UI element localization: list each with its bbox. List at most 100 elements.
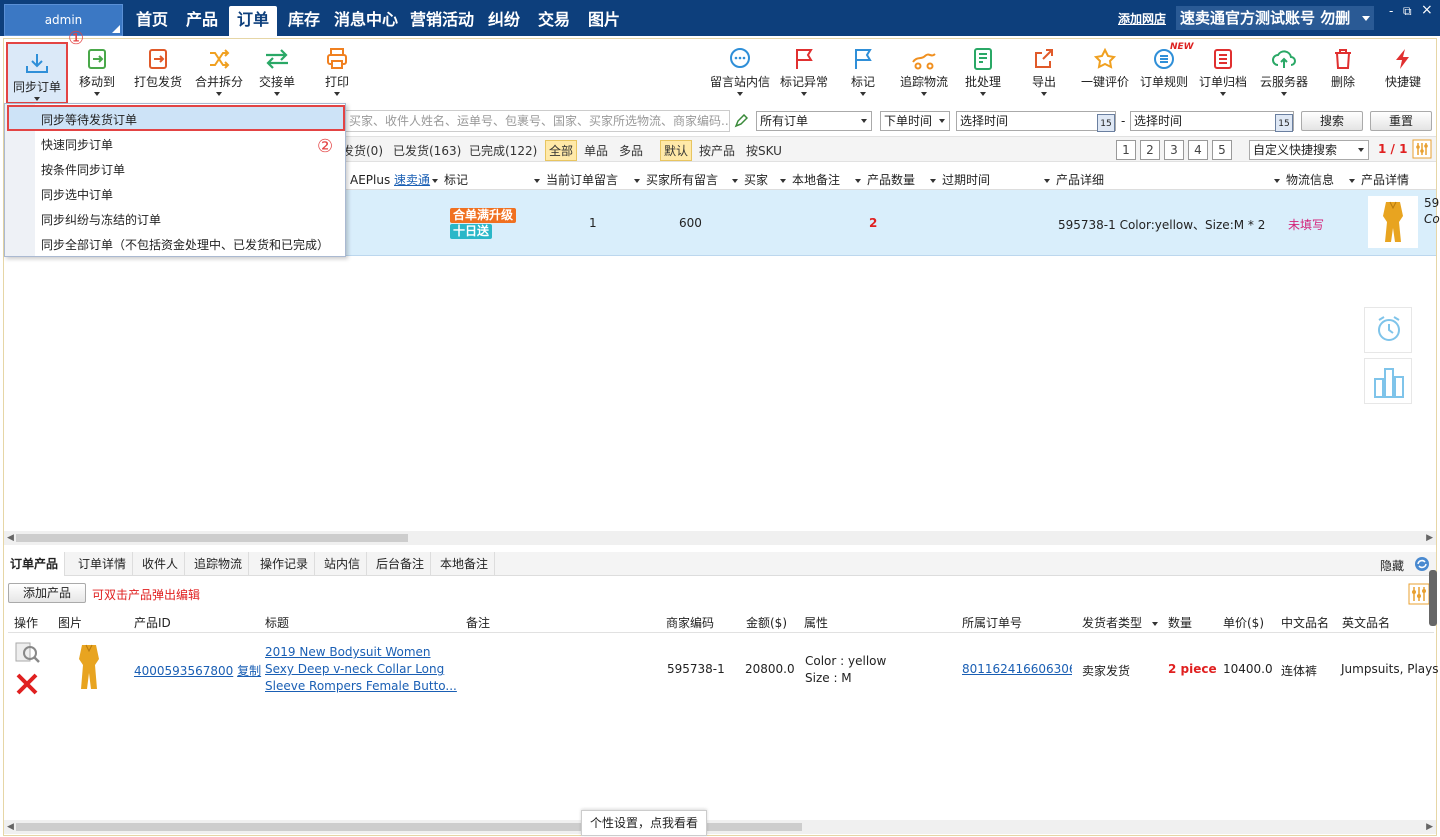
mark-button[interactable]: 标记 [842,39,884,103]
col-local-note[interactable]: 本地备注 [780,171,840,188]
col-buyer-msg[interactable]: 买家所有留言 [634,171,718,188]
calendar-icon[interactable]: 15 [1275,114,1293,132]
col-current-msg[interactable]: 当前订单留言 [534,171,618,188]
end-time-input[interactable]: 选择时间 15 [1130,111,1294,132]
close-button[interactable]: × [1421,2,1433,18]
user-switcher[interactable]: admin [4,4,123,36]
custom-quick-search-select[interactable]: 自定义快捷搜索 [1249,140,1369,160]
menu-item-sync-all[interactable]: 同步全部订单（不包括资金处理中、已发货和已完成） [41,236,329,253]
tab-operation-log[interactable]: 操作记录 [254,552,316,576]
page-5[interactable]: 5 [1212,140,1232,160]
handover-button[interactable]: 交接单 [254,39,300,103]
pencil-icon[interactable] [734,114,748,128]
title-line-1[interactable]: 2019 New Bodysuit Women [265,645,431,659]
alarm-button[interactable] [1364,307,1412,353]
order-number-link[interactable]: 801162416606306 [962,662,1072,676]
statistics-button[interactable] [1364,358,1412,404]
nav-inventory[interactable]: 库存 [283,6,325,36]
page-1[interactable]: 1 [1116,140,1136,160]
col-aliexpress-link[interactable]: 速卖通 [394,173,430,187]
track-logistics-button[interactable]: 追踪物流 [894,39,954,103]
filter-all[interactable]: 全部 [545,140,578,161]
view-detail-icon[interactable] [14,641,42,665]
sort-by-sku[interactable]: 按SKU [746,142,782,159]
product-id-link[interactable]: 4000593567800 [134,664,233,678]
filter-multi[interactable]: 多品 [619,142,643,159]
nav-products[interactable]: 产品 [181,6,223,36]
column-settings-icon[interactable] [1408,583,1430,605]
menu-item-conditional-sync[interactable]: 按条件同步订单 [41,161,125,178]
delete-x-icon[interactable] [14,671,40,697]
filter-status-completed[interactable]: 已完成(122) [469,142,537,159]
time-type-select[interactable]: 下单时间 [880,111,950,131]
tab-recipient[interactable]: 收件人 [136,552,186,576]
shortcut-button[interactable]: 快捷键 [1380,39,1426,103]
batch-process-button[interactable]: 批处理 [960,39,1006,103]
search-input[interactable]: 买家、收件人姓名、运单号、包裹号、国家、买家所选物流、商家编码... [344,110,730,132]
title-line-2[interactable]: Sexy Deep v-neck Collar Long [265,662,444,676]
filter-single[interactable]: 单品 [584,142,608,159]
col-logistics[interactable]: 物流信息 [1274,171,1334,188]
filter-status-pending[interactable]: 发货(0) [342,142,383,159]
page-4[interactable]: 4 [1188,140,1208,160]
tab-local-notes[interactable]: 本地备注 [434,552,496,576]
menu-item-sync-pending[interactable]: 同步等待发货订单 [7,105,345,131]
delete-button[interactable]: 删除 [1324,39,1362,103]
add-store-link[interactable]: 添加网店 [1118,10,1166,27]
account-selector[interactable]: 速卖通官方测试账号 勿删 [1176,6,1374,30]
order-archive-button[interactable]: 订单归档 [1196,39,1250,103]
page-3[interactable]: 3 [1164,140,1184,160]
col-aeplus[interactable]: AEPlus 速卖通 [350,171,430,188]
sync-orders-button[interactable]: 同步订单 [6,42,68,104]
scroll-right-icon[interactable]: ▶ [1426,822,1433,832]
nav-orders[interactable]: 订单 [229,6,277,36]
personal-settings-tip[interactable]: 个性设置，点我看看 [581,810,707,836]
tab-site-messages[interactable]: 站内信 [318,552,368,576]
mark-abnormal-button[interactable]: 标记异常 [774,39,834,103]
col-mark[interactable]: 标记 [432,171,468,188]
tab-backend-notes[interactable]: 后台备注 [370,552,432,576]
col-shipper-type[interactable]: 发货者类型 [1082,614,1158,631]
col-buyer[interactable]: 买家 [732,171,768,188]
hide-panel-link[interactable]: 隐藏 [1380,557,1404,574]
nav-trade[interactable]: 交易 [534,6,574,36]
start-time-input[interactable]: 选择时间 15 [956,111,1116,132]
cloud-server-button[interactable]: 云服务器 [1256,39,1312,103]
tab-order-details[interactable]: 订单详情 [72,552,134,576]
grid-horizontal-scrollbar[interactable]: ◀ ▶ [4,531,1436,545]
menu-item-sync-selected[interactable]: 同步选中订单 [41,186,113,203]
product-row[interactable]: 4000593567800 复制 2019 New Bodysuit Women… [8,633,1439,705]
add-product-button[interactable]: 添加产品 [8,583,86,603]
order-filter-select[interactable]: 所有订单 [756,111,872,131]
col-qty[interactable]: 产品数量 [855,171,915,188]
filter-status-shipped[interactable]: 已发货(163) [393,142,461,159]
col-expire[interactable]: 过期时间 [930,171,990,188]
scroll-right-icon[interactable]: ▶ [1426,533,1433,543]
search-button[interactable]: 搜索 [1301,111,1363,131]
tab-order-products[interactable]: 订单产品 [4,552,66,576]
print-button[interactable]: 打印 [317,39,357,103]
menu-item-quick-sync[interactable]: 快速同步订单 [41,136,113,153]
message-button[interactable]: 留言站内信 [705,39,775,103]
scroll-left-icon[interactable]: ◀ [7,533,14,543]
detail-horizontal-scrollbar[interactable]: ◀ ▶ [4,820,1436,834]
nav-marketing[interactable]: 营销活动 [407,6,477,36]
col-product-detail[interactable]: 产品详细 [1044,171,1104,188]
sort-default[interactable]: 默认 [660,140,693,161]
scroll-thumb[interactable] [16,534,408,542]
logistics-status[interactable]: 未填写 [1288,216,1324,233]
menu-item-sync-disputes[interactable]: 同步纠纷与冻结的订单 [41,211,161,228]
merge-split-button[interactable]: 合并拆分 [191,39,247,103]
restore-button[interactable]: ⧉ [1403,4,1412,19]
copy-link[interactable]: 复制 [237,664,261,678]
pack-ship-button[interactable]: 打包发货 [130,39,186,103]
one-click-review-button[interactable]: 一键评价 [1074,39,1136,103]
scroll-left-icon[interactable]: ◀ [7,822,14,832]
title-line-3[interactable]: Sleeve Rompers Female Butto... [265,679,457,693]
export-button[interactable]: 导出 [1024,39,1064,103]
tab-track-logistics[interactable]: 追踪物流 [188,552,250,576]
calendar-icon[interactable]: 15 [1097,114,1115,132]
nav-images[interactable]: 图片 [584,6,624,36]
page-2[interactable]: 2 [1140,140,1160,160]
reset-button[interactable]: 重置 [1370,111,1432,131]
